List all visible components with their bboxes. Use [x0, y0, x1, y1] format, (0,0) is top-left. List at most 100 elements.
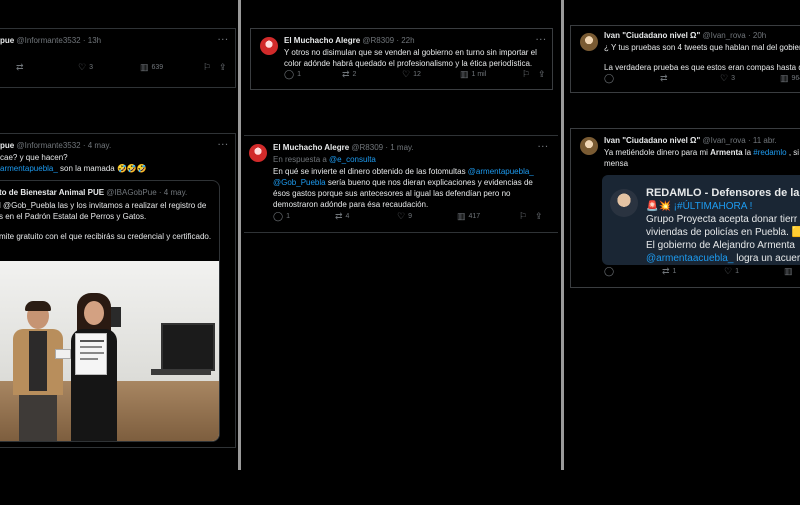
- view-count: 1 mil: [471, 70, 487, 78]
- views-button[interactable]: ▥964: [780, 73, 800, 84]
- tweet-time[interactable]: · 4 may.: [83, 141, 111, 150]
- avatar[interactable]: [580, 33, 598, 51]
- retweet-icon: ⇄: [16, 61, 24, 72]
- quoted-author-handle[interactable]: @IBAGobPue: [106, 188, 156, 197]
- like-count: 3: [89, 63, 93, 71]
- share-button[interactable]: ⇪: [219, 62, 227, 73]
- heart-icon: ♡: [397, 210, 406, 221]
- quoted-tweet[interactable]: to de Bienestar Animal PUE @IBAGobPue · …: [0, 180, 220, 442]
- tweet-card-col2-top[interactable]: El Muchacho Alegre @R8309 · 22h ··· Y ot…: [250, 28, 553, 90]
- reply-count: 1: [286, 212, 290, 220]
- views-button[interactable]: ▥ 1 mil: [460, 69, 486, 80]
- avatar[interactable]: [260, 37, 278, 55]
- quoted-text-line: s en el Padrón Estatal de Perros y Gatos…: [0, 212, 147, 221]
- retweet-button[interactable]: ⇄ 4: [335, 211, 349, 222]
- quoted-time[interactable]: · 4 may.: [159, 188, 187, 197]
- embedded-avatar[interactable]: [610, 189, 638, 217]
- view-count: 417: [468, 212, 481, 220]
- like-count: 3: [731, 74, 735, 82]
- avatar[interactable]: [580, 137, 598, 155]
- bookmark-icon: ⚐: [519, 210, 528, 221]
- reply-button[interactable]: ◯ 1: [273, 211, 290, 222]
- bookmark-button[interactable]: ⚐: [203, 62, 211, 73]
- tweet-time[interactable]: · 1 may.: [385, 143, 413, 152]
- reply-button[interactable]: ◯: [604, 73, 614, 84]
- tweet-card-col1-top[interactable]: pue @Informante3532 · 13h ··· ⇄ ♡ 3 ▥ 639 …: [0, 28, 236, 88]
- retweet-button[interactable]: ⇄: [16, 62, 24, 73]
- tweet-card-col3-mid[interactable]: Ivan "Ciudadano nivel Ω" @Ivan_rova · 11…: [570, 128, 800, 288]
- quoted-author-name[interactable]: to de Bienestar Animal PUE: [0, 188, 104, 197]
- avatar[interactable]: [249, 144, 267, 162]
- tweet-author-name[interactable]: El Muchacho Alegre: [284, 36, 360, 45]
- tweet-author-handle[interactable]: @R8309: [362, 36, 394, 45]
- tweet-time[interactable]: · 13h: [83, 36, 101, 45]
- tweet-author-name[interactable]: pue: [0, 36, 14, 45]
- mention-link[interactable]: @armentapuebla_: [468, 167, 534, 176]
- quoted-photo[interactable]: [0, 261, 219, 441]
- tweet-author-name[interactable]: El Muchacho Alegre: [273, 143, 349, 152]
- like-button[interactable]: ♡ 1: [724, 266, 739, 277]
- more-options-icon[interactable]: ···: [536, 35, 547, 44]
- mention-link[interactable]: @armentaacuebla_: [646, 253, 733, 264]
- mention-link[interactable]: armentapuebla_: [0, 164, 58, 173]
- reply-to-link[interactable]: @e_consulta: [329, 155, 376, 164]
- bookmark-button[interactable]: ⚐: [522, 69, 530, 80]
- more-options-icon[interactable]: ···: [218, 35, 229, 44]
- like-button[interactable]: ♡ 3: [78, 62, 93, 73]
- tweet-text-line: color adónde habrá quedado el profesiona…: [284, 59, 533, 68]
- more-options-icon[interactable]: ···: [538, 142, 549, 151]
- mention-link[interactable]: @Gob_Puebla: [273, 178, 326, 187]
- retweet-button[interactable]: ⇄ 2: [342, 69, 356, 80]
- like-button[interactable]: ♡ 12: [402, 69, 421, 80]
- tweet-text-tail: son la mamada 🤣🤣🤣: [57, 164, 147, 173]
- tweet-card-col3-top[interactable]: Ivan "Ciudadano nivel Ω" @Ivan_rova · 20…: [570, 25, 800, 93]
- reply-icon: ◯: [273, 210, 284, 221]
- tweet-author-handle[interactable]: @Ivan_rova: [702, 136, 745, 145]
- share-button[interactable]: ⇪: [535, 211, 543, 222]
- tweet-text-line: demostraron adónde para ésa recaudación.: [273, 200, 429, 209]
- hashtag-link[interactable]: #redamlo: [753, 148, 786, 157]
- views-button[interactable]: ▥ 639: [140, 62, 163, 73]
- bookmark-button[interactable]: ⚐: [519, 211, 527, 222]
- views-button[interactable]: ▥: [784, 266, 793, 277]
- embedded-text-line: viviendas de policías en Puebla. 🟨: [646, 227, 800, 238]
- reply-button[interactable]: ◯ 1: [284, 69, 301, 80]
- more-options-icon[interactable]: ···: [218, 140, 229, 149]
- share-icon: ⇪: [219, 61, 227, 72]
- tweet-text-line: sería bueno que nos dieran explicaciones…: [325, 178, 533, 187]
- tweet-author-handle[interactable]: @Ivan_rova: [702, 31, 745, 40]
- tweet-text-line: ¿ Y tus pruebas son 4 tweets que hablan …: [604, 43, 800, 52]
- views-icon: ▥: [784, 265, 793, 276]
- share-button[interactable]: ⇪: [538, 69, 546, 80]
- retweet-button[interactable]: ⇄: [660, 73, 668, 84]
- like-count: 1: [735, 267, 739, 275]
- tweet-author-handle[interactable]: @Informante3532: [16, 36, 80, 45]
- tweet-author-name[interactable]: pue: [0, 141, 14, 150]
- tweet-card-col2-mid[interactable]: El Muchacho Alegre @R8309 · 1 may. ··· E…: [244, 135, 558, 233]
- tweet-text-line: Ya metiéndole dinero para mi: [604, 148, 711, 157]
- tweet-time[interactable]: · 22h: [396, 36, 414, 45]
- embedded-text-line: logra un acuerd: [733, 253, 800, 264]
- reply-button[interactable]: ◯: [604, 266, 614, 277]
- tweet-author-handle[interactable]: @R8309: [351, 143, 383, 152]
- tweet-author-name[interactable]: Ivan "Ciudadano nivel Ω": [604, 136, 700, 145]
- tweet-author-handle[interactable]: @Informante3532: [16, 141, 80, 150]
- tweet-time[interactable]: · 20h: [748, 31, 766, 40]
- like-button[interactable]: ♡ 3: [720, 73, 735, 84]
- photo-screen: [161, 323, 215, 371]
- embedded-post[interactable]: REDAMLO - Defensores de la #4 🚨💥 ¡#ÚLTIM…: [602, 175, 800, 265]
- tweet-time[interactable]: · 11 abr.: [748, 136, 777, 145]
- tweet-text-line: la: [742, 148, 754, 157]
- tweet-card-col1-mid[interactable]: pue @Informante3532 · 4 may. ··· cae? y …: [0, 133, 236, 448]
- views-button[interactable]: ▥ 417: [457, 211, 480, 222]
- reply-icon: ◯: [604, 72, 615, 83]
- views-icon: ▥: [460, 68, 469, 79]
- heart-icon: ♡: [720, 72, 729, 83]
- share-icon: ⇪: [535, 210, 543, 221]
- tweet-author-name[interactable]: Ivan "Ciudadano nivel Ω": [604, 31, 700, 40]
- like-count: 9: [408, 212, 412, 220]
- retweet-button[interactable]: ⇄ 1: [662, 266, 676, 277]
- view-count: 639: [151, 63, 164, 71]
- tweet-text-line: En qué se invierte el dinero obtenido de…: [273, 167, 468, 176]
- like-button[interactable]: ♡ 9: [397, 211, 412, 222]
